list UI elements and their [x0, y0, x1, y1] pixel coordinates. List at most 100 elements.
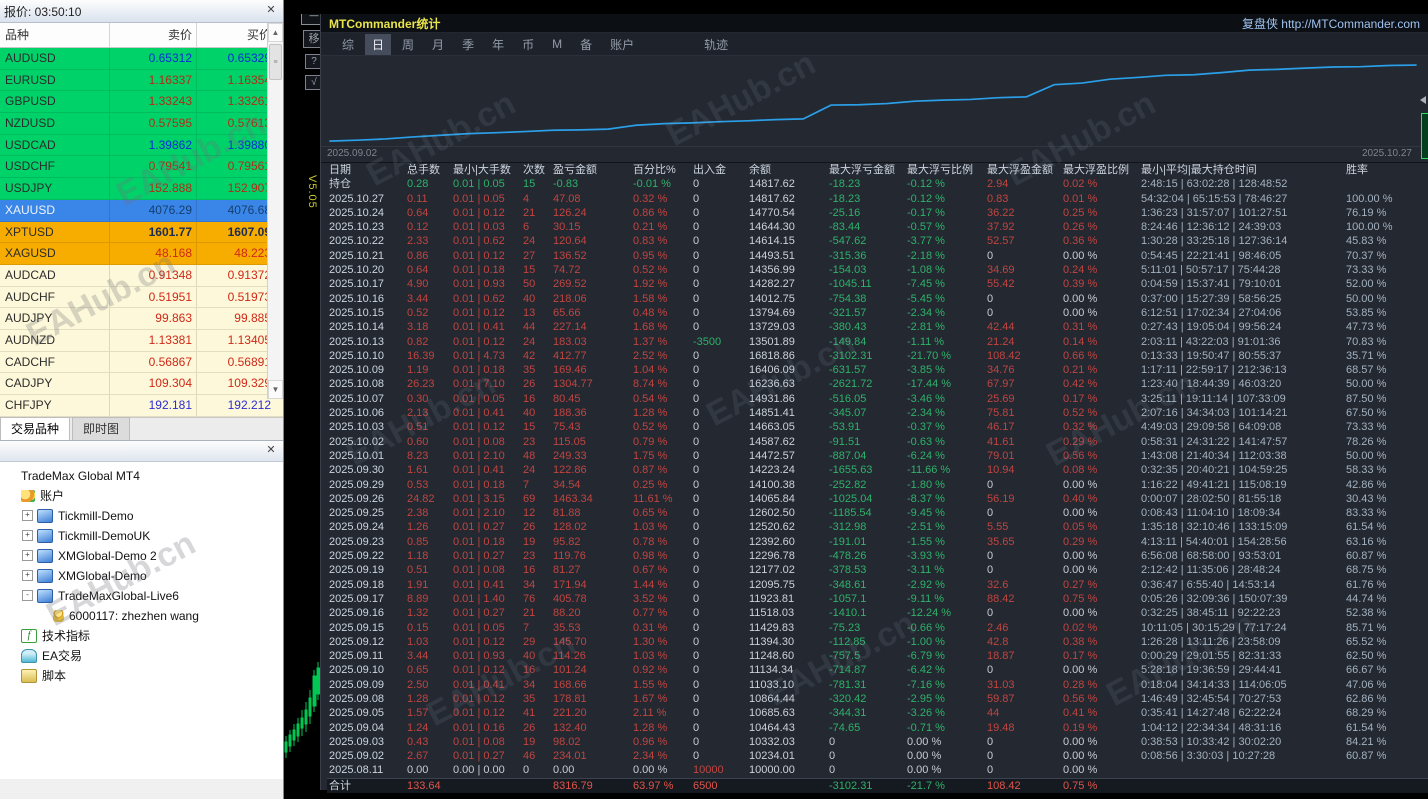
stats-row[interactable]: 2025.10.222.330.01 | 0.6224120.640.83 %0… [327, 234, 1428, 248]
expand-icon[interactable]: + [22, 550, 33, 561]
stats-row[interactable]: 2025.09.230.850.01 | 0.181995.820.78 %01… [327, 535, 1428, 549]
stats-row[interactable]: 2025.10.200.640.01 | 0.181574.720.52 %01… [327, 263, 1428, 277]
menu-item-币[interactable]: 币 [515, 34, 541, 55]
stats-cell: 63.97 % [631, 778, 691, 793]
tree-item[interactable]: EA交易 [0, 646, 283, 666]
expand-icon[interactable]: + [22, 570, 33, 581]
stats-row[interactable]: 2025.09.022.670.01 | 0.2746234.012.34 %0… [327, 749, 1428, 763]
stats-row[interactable]: 2025.09.113.440.01 | 0.9340114.261.03 %0… [327, 649, 1428, 663]
stats-row[interactable]: 2025.09.092.500.01 | 0.4134168.661.55 %0… [327, 678, 1428, 692]
market-watch-row[interactable]: XAGUSD48.16848.223 [0, 243, 283, 265]
market-watch-row[interactable]: GBPUSD1.332431.33261 [0, 91, 283, 113]
column-bid[interactable]: 卖价 [110, 23, 197, 47]
stats-row[interactable]: 2025.10.230.120.01 | 0.03630.150.21 %014… [327, 220, 1428, 234]
expand-icon[interactable]: + [22, 530, 33, 541]
stats-row[interactable]: 2025.09.100.650.01 | 0.1216101.240.92 %0… [327, 663, 1428, 677]
stats-row[interactable]: 2025.09.178.890.01 | 1.4076405.783.52 %0… [327, 592, 1428, 606]
stats-row[interactable]: 2025.10.020.600.01 | 0.0823115.050.79 %0… [327, 435, 1428, 449]
tree-item[interactable]: 账户 [0, 486, 283, 506]
stats-row[interactable]: 2025.10.062.130.01 | 0.4140188.361.28 %0… [327, 406, 1428, 420]
stats-row[interactable]: 2025.10.270.110.01 | 0.05447.080.32 %014… [327, 192, 1428, 206]
stats-row[interactable]: 2025.10.091.190.01 | 0.1835169.461.04 %0… [327, 363, 1428, 377]
tree-item[interactable]: TradeMax Global MT4 [0, 466, 283, 486]
market-watch-row[interactable]: USDCAD1.398621.39880 [0, 135, 283, 157]
stats-row[interactable]: 2025.09.221.180.01 | 0.2723119.760.98 %0… [327, 549, 1428, 563]
tab-tick-chart[interactable]: 即时图 [72, 417, 130, 440]
stats-row[interactable]: 2025.10.0826.230.01 | 7.10261304.778.74 … [327, 377, 1428, 391]
stats-row[interactable]: 2025.10.070.300.01 | 0.051680.450.54 %01… [327, 392, 1428, 406]
tree-item[interactable]: f技术指标 [0, 626, 283, 646]
tree-item[interactable]: +Tickmill-Demo [0, 506, 283, 526]
menu-item-月[interactable]: 月 [425, 34, 451, 55]
tree-item[interactable]: +Tickmill-DemoUK [0, 526, 283, 546]
stats-row[interactable]: 2025.10.030.510.01 | 0.121575.430.52 %01… [327, 420, 1428, 434]
stats-row[interactable]: 2025.09.2624.820.01 | 3.15691463.3411.61… [327, 492, 1428, 506]
collapse-icon[interactable]: - [22, 590, 33, 601]
stats-row[interactable]: 2025.09.051.570.01 | 0.1241221.202.11 %0… [327, 706, 1428, 720]
menu-item-季[interactable]: 季 [455, 34, 481, 55]
market-watch-row[interactable]: AUDNZD1.133811.13405 [0, 330, 283, 352]
tree-item[interactable]: 脚本 [0, 666, 283, 686]
market-watch-row[interactable]: NZDUSD0.575950.57613 [0, 113, 283, 135]
stats-row[interactable]: 2025.09.030.430.01 | 0.081998.020.96 %01… [327, 735, 1428, 749]
market-watch-row[interactable]: XPTUSD1601.771607.09 [0, 222, 283, 244]
stats-row[interactable]: 2025.10.150.520.01 | 0.121365.660.48 %01… [327, 306, 1428, 320]
market-watch-row[interactable]: EURUSD1.163371.16354 [0, 70, 283, 92]
expand-icon[interactable]: + [22, 510, 33, 521]
stats-row[interactable]: 2025.10.210.860.01 | 0.1227136.520.95 %0… [327, 249, 1428, 263]
close-icon[interactable]: ✕ [263, 4, 279, 18]
tab-symbols[interactable]: 交易品种 [0, 417, 70, 440]
menu-item-综[interactable]: 综 [335, 34, 361, 55]
scroll-down-icon[interactable]: ▼ [268, 380, 283, 399]
menu-item-M[interactable]: M [545, 35, 569, 53]
brand-link[interactable]: 复盘侠 http://MTCommander.com [1242, 15, 1420, 32]
column-ask[interactable]: 买价 [197, 23, 275, 47]
stats-row[interactable]: 2025.09.081.280.01 | 0.1235178.811.67 %0… [327, 692, 1428, 706]
stats-row[interactable]: 2025.10.018.230.01 | 2.1048249.331.75 %0… [327, 449, 1428, 463]
column-symbol[interactable]: 品种 [0, 23, 110, 47]
close-icon[interactable]: ✕ [263, 444, 279, 458]
tree-item[interactable]: +XMGlobal-Demo 2 [0, 546, 283, 566]
stats-row[interactable]: 2025.10.163.440.01 | 0.6240218.061.58 %0… [327, 292, 1428, 306]
stats-row[interactable]: 2025.09.121.030.01 | 0.1229145.701.30 %0… [327, 635, 1428, 649]
market-watch-scrollbar[interactable]: ▲ ≡ ▼ [267, 23, 283, 399]
stats-row[interactable]: 2025.09.190.510.01 | 0.081681.270.67 %01… [327, 563, 1428, 577]
menu-item-年[interactable]: 年 [485, 34, 511, 55]
market-watch-row[interactable]: XAUUSD4076.294076.68 [0, 200, 283, 222]
stats-row[interactable]: 2025.09.181.910.01 | 0.4134171.941.44 %0… [327, 578, 1428, 592]
scroll-up-icon[interactable]: ▲ [268, 23, 283, 42]
stats-row[interactable]: 2025.09.252.380.01 | 2.101281.880.65 %01… [327, 506, 1428, 520]
market-watch-row[interactable]: AUDCHF0.519510.51973 [0, 287, 283, 309]
stats-row[interactable]: 2025.09.150.150.01 | 0.05735.530.31 %011… [327, 621, 1428, 635]
market-watch-row[interactable]: USDCHF0.795410.79561 [0, 156, 283, 178]
market-watch-row[interactable]: USDJPY152.888152.907 [0, 178, 283, 200]
menu-item-账户[interactable]: 账户 [603, 34, 641, 55]
stats-row[interactable]: 2025.08.110.000.00 | 0.0000.000.00 %1000… [327, 763, 1428, 778]
menu-item-备[interactable]: 备 [573, 34, 599, 55]
menu-item-周[interactable]: 周 [395, 34, 421, 55]
tree-item[interactable]: +XMGlobal-Demo [0, 566, 283, 586]
stats-row[interactable]: 2025.09.301.610.01 | 0.4124122.860.87 %0… [327, 463, 1428, 477]
scrollbar-thumb[interactable]: ≡ [269, 44, 282, 80]
stats-row[interactable]: 2025.10.143.180.01 | 0.4144227.141.68 %0… [327, 320, 1428, 334]
stats-total-row[interactable]: 合计133.648316.7963.97 %6500-3102.31-21.7 … [327, 778, 1428, 793]
market-watch-row[interactable]: CADCHF0.568670.56891 [0, 352, 283, 374]
market-watch-row[interactable]: CHFJPY192.181192.212 [0, 395, 283, 417]
tree-item[interactable]: -TradeMaxGlobal-Live6 [0, 586, 283, 606]
stats-row[interactable]: 2025.10.130.820.01 | 0.1224183.031.37 %-… [327, 335, 1428, 349]
stats-row[interactable]: 2025.09.041.240.01 | 0.1626132.401.28 %0… [327, 721, 1428, 735]
stats-row[interactable]: 2025.09.290.530.01 | 0.18734.540.25 %014… [327, 478, 1428, 492]
stats-row[interactable]: 持仓0.280.01 | 0.0515-0.83-0.01 %014817.62… [327, 177, 1428, 191]
tree-item[interactable]: 6000117: zhezhen wang [0, 606, 283, 626]
stats-row[interactable]: 2025.10.1016.390.01 | 4.7342412.772.52 %… [327, 349, 1428, 363]
stats-row[interactable]: 2025.09.161.320.01 | 0.272188.200.77 %01… [327, 606, 1428, 620]
market-watch-row[interactable]: CADJPY109.304109.329 [0, 373, 283, 395]
menu-item-日[interactable]: 日 [365, 34, 391, 55]
menu-item-轨迹[interactable]: 轨迹 [697, 34, 735, 55]
market-watch-row[interactable]: AUDJPY99.86399.885 [0, 308, 283, 330]
stats-row[interactable]: 2025.10.240.640.01 | 0.1221126.240.86 %0… [327, 206, 1428, 220]
market-watch-row[interactable]: AUDUSD0.653120.65329 [0, 48, 283, 70]
stats-row[interactable]: 2025.09.241.260.01 | 0.2726128.021.03 %0… [327, 520, 1428, 534]
market-watch-row[interactable]: AUDCAD0.913480.91372 [0, 265, 283, 287]
stats-row[interactable]: 2025.10.174.900.01 | 0.9350269.521.92 %0… [327, 277, 1428, 291]
